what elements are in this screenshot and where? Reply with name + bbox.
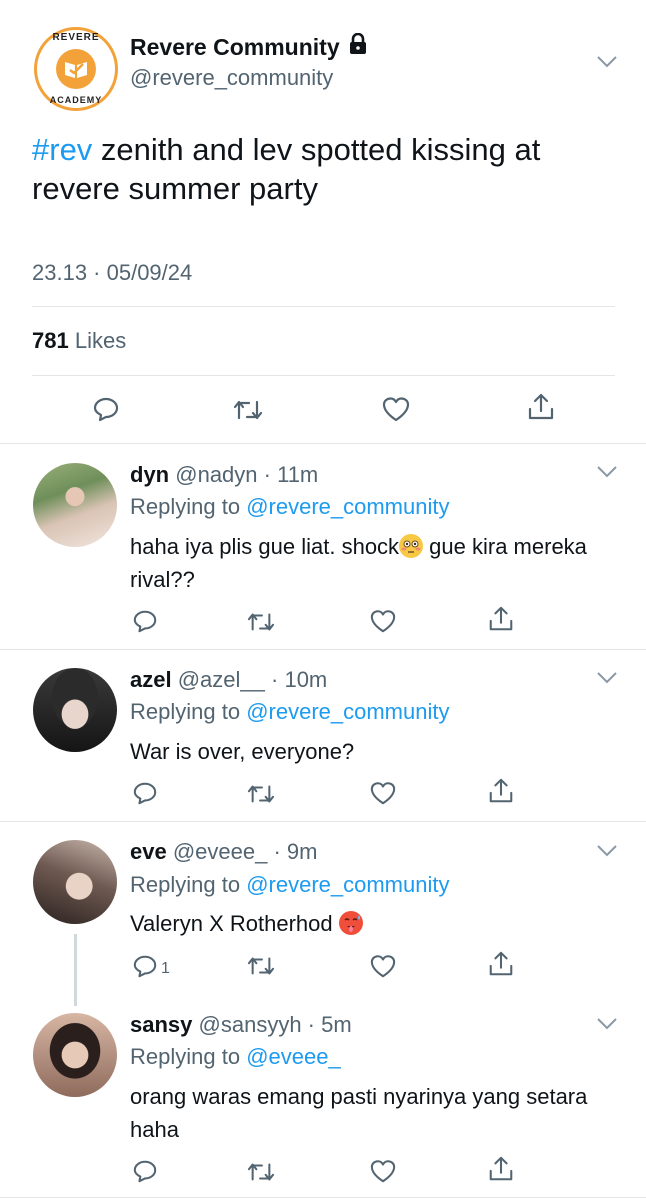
replying-to: Replying to @revere_community bbox=[130, 494, 449, 520]
thread-line bbox=[74, 934, 77, 1006]
likes-label: Likes bbox=[68, 328, 127, 353]
divider bbox=[32, 375, 615, 376]
replying-label: Replying to bbox=[130, 494, 247, 519]
replying-label: Replying to bbox=[130, 699, 247, 724]
revere-academy-logo[interactable]: REVERE ACADEMY bbox=[34, 27, 118, 111]
likes-number: 781 bbox=[32, 328, 69, 353]
share-icon[interactable] bbox=[487, 777, 515, 810]
reply-text: orang waras emang pasti nyarinya yang se… bbox=[130, 1084, 588, 1142]
share-icon[interactable] bbox=[487, 605, 515, 638]
author-name[interactable]: Revere Community bbox=[130, 32, 368, 61]
author-name-text: Revere Community bbox=[130, 33, 340, 60]
reply-header: eve @eveee_ · 9m bbox=[130, 839, 317, 865]
avatar[interactable] bbox=[33, 1013, 117, 1097]
avatar[interactable] bbox=[33, 840, 117, 924]
like-icon[interactable] bbox=[369, 608, 397, 639]
more-options-chevron-icon[interactable] bbox=[596, 671, 618, 690]
reply-text: War is over, everyone? bbox=[130, 739, 355, 764]
reply-time[interactable]: 10m bbox=[284, 667, 327, 692]
share-icon[interactable] bbox=[487, 1155, 515, 1188]
tweet-body: zenith and lev spotted kissing at revere… bbox=[32, 132, 541, 206]
reply-icon[interactable] bbox=[92, 395, 120, 428]
reply-text-part: haha iya plis gue liat. shock bbox=[130, 534, 400, 559]
logo-top-text: REVERE bbox=[52, 32, 100, 43]
tweet-text: #rev zenith and lev spotted kissing at r… bbox=[32, 130, 622, 208]
reply-author-name[interactable]: dyn bbox=[130, 462, 169, 487]
hot-face-emoji bbox=[338, 911, 363, 935]
reply-author-handle[interactable]: @nadyn bbox=[175, 462, 257, 487]
share-icon[interactable] bbox=[526, 392, 556, 427]
reply-author-name[interactable]: sansy bbox=[130, 1012, 192, 1037]
likes-count[interactable]: 781 Likes bbox=[32, 328, 126, 354]
reply-header: dyn @nadyn · 11m bbox=[130, 462, 318, 488]
divider bbox=[0, 1197, 646, 1198]
like-icon[interactable] bbox=[369, 1158, 397, 1189]
reply-count: 1 bbox=[161, 959, 170, 977]
reply-text: Valeryn X Rotherhod bbox=[130, 907, 610, 940]
reply-icon bbox=[132, 953, 158, 984]
reply-author-name[interactable]: azel bbox=[130, 667, 172, 692]
like-icon[interactable] bbox=[381, 395, 411, 428]
reply-author-handle[interactable]: @sansyyh bbox=[199, 1012, 302, 1037]
reply-text-part: Valeryn X Rotherhod bbox=[130, 911, 339, 936]
hashtag-link[interactable]: #rev bbox=[32, 132, 92, 167]
share-icon[interactable] bbox=[487, 950, 515, 983]
more-options-chevron-icon[interactable] bbox=[596, 1017, 618, 1036]
divider bbox=[0, 443, 646, 444]
book-icon bbox=[56, 49, 96, 89]
reply-author-name[interactable]: eve bbox=[130, 839, 167, 864]
reply-header: azel @azel__ · 10m bbox=[130, 667, 327, 693]
retweet-icon[interactable] bbox=[246, 609, 276, 640]
retweet-icon[interactable] bbox=[246, 953, 276, 984]
divider bbox=[0, 649, 646, 650]
lock-icon bbox=[348, 32, 368, 61]
divider bbox=[32, 306, 615, 307]
reply-time[interactable]: 5m bbox=[321, 1012, 352, 1037]
avatar[interactable] bbox=[33, 463, 117, 547]
retweet-icon[interactable] bbox=[232, 396, 264, 429]
replying-to: Replying to @revere_community bbox=[130, 872, 449, 898]
reply-author-handle[interactable]: @azel__ bbox=[178, 667, 265, 692]
more-options-chevron-icon[interactable] bbox=[596, 55, 618, 74]
reply-text: haha iya plis gue liat. shock gue kira m… bbox=[130, 530, 610, 596]
reply-button[interactable]: 1 bbox=[132, 953, 170, 984]
reply-icon[interactable] bbox=[132, 1158, 158, 1189]
flushed-face-emoji bbox=[399, 534, 424, 558]
separator-dot: · bbox=[264, 667, 285, 692]
retweet-icon[interactable] bbox=[246, 1159, 276, 1190]
reply-header: sansy @sansyyh · 5m bbox=[130, 1012, 352, 1038]
replying-to-link[interactable]: @revere_community bbox=[246, 872, 449, 897]
reply-author-handle[interactable]: @eveee_ bbox=[173, 839, 268, 864]
divider bbox=[0, 821, 646, 822]
replying-to: Replying to @eveee_ bbox=[130, 1044, 341, 1070]
more-options-chevron-icon[interactable] bbox=[596, 465, 618, 484]
replying-to-link[interactable]: @eveee_ bbox=[246, 1044, 341, 1069]
replying-label: Replying to bbox=[130, 872, 247, 897]
like-icon[interactable] bbox=[369, 953, 397, 984]
author-handle[interactable]: @revere_community bbox=[130, 65, 333, 91]
like-icon[interactable] bbox=[369, 780, 397, 811]
replying-to-link[interactable]: @revere_community bbox=[246, 699, 449, 724]
separator-dot: · bbox=[257, 462, 278, 487]
replying-to: Replying to @revere_community bbox=[130, 699, 449, 725]
reply-icon[interactable] bbox=[132, 780, 158, 811]
replying-to-link[interactable]: @revere_community bbox=[246, 494, 449, 519]
more-options-chevron-icon[interactable] bbox=[596, 844, 618, 863]
reply-icon[interactable] bbox=[132, 608, 158, 634]
separator-dot: · bbox=[267, 839, 287, 864]
logo-bottom-text: ACADEMY bbox=[49, 95, 103, 105]
retweet-icon[interactable] bbox=[246, 781, 276, 812]
reply-time[interactable]: 9m bbox=[287, 839, 318, 864]
reply-time[interactable]: 11m bbox=[277, 462, 318, 487]
separator-dot: · bbox=[301, 1012, 322, 1037]
tweet-timestamp[interactable]: 23.13 · 05/09/24 bbox=[32, 260, 192, 286]
replying-label: Replying to bbox=[130, 1044, 247, 1069]
avatar[interactable] bbox=[33, 668, 117, 752]
